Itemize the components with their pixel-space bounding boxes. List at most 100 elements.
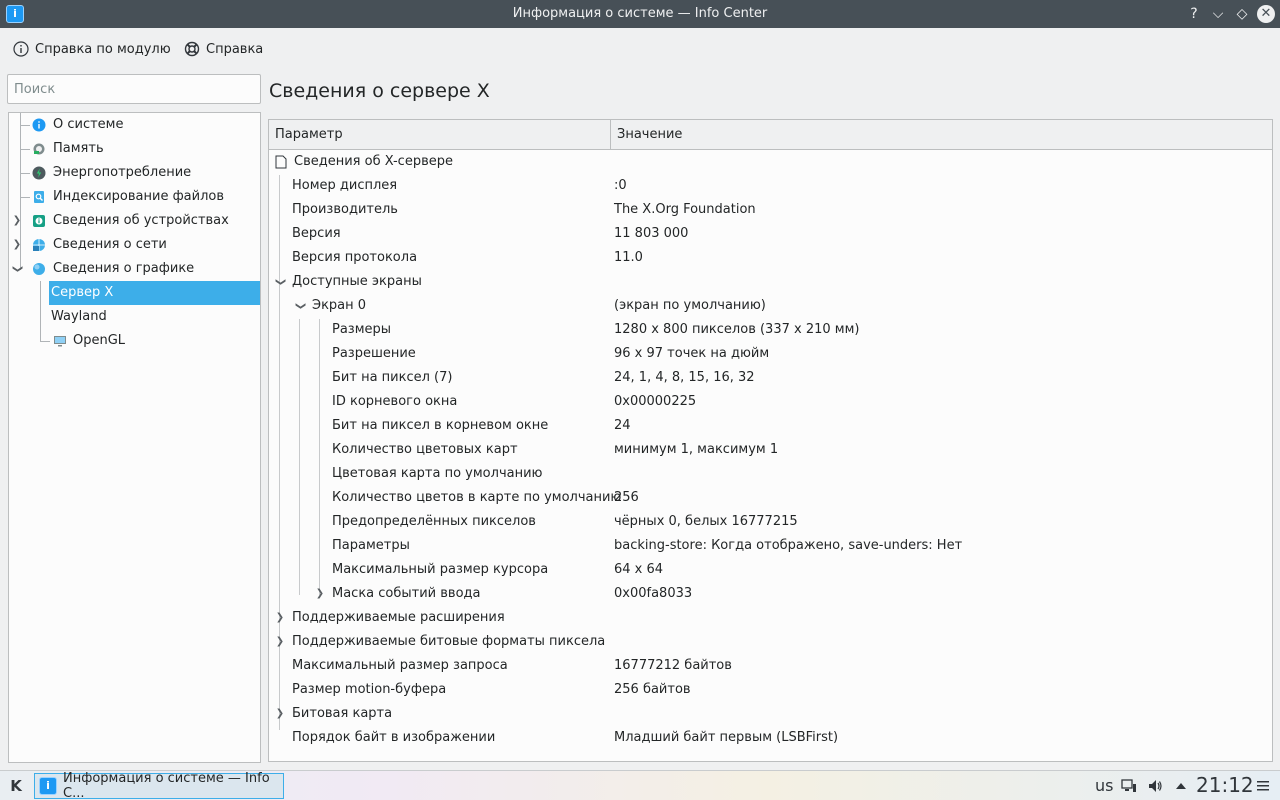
chevron-right-icon[interactable]: ❯: [274, 630, 286, 654]
row-value: 64 x 64: [614, 562, 664, 577]
chevron-right-icon[interactable]: ❯: [12, 233, 22, 257]
file-search-icon: [34, 191, 44, 203]
help-question-icon[interactable]: ?: [1184, 4, 1204, 24]
table-row[interactable]: Размеры 1280 x 800 пикселов (337 x 210 м…: [269, 318, 1272, 342]
module-help-label: Справка по модулю: [35, 41, 171, 57]
row-value: 11 803 000: [614, 226, 689, 241]
row-value: минимум 1, максимум 1: [614, 442, 779, 457]
sidebar-item-opengl[interactable]: OpenGL: [49, 329, 260, 353]
info-circle-icon: [13, 41, 29, 57]
chevron-right-icon[interactable]: ❯: [314, 582, 326, 606]
search-input[interactable]: [7, 74, 261, 104]
table-row[interactable]: Параметры backing-store: Когда отображен…: [269, 534, 1272, 558]
tray-expand-arrow-up-icon[interactable]: [1175, 781, 1187, 791]
keyboard-layout-indicator[interactable]: us: [1095, 771, 1113, 800]
chevron-down-icon[interactable]: ❯: [269, 276, 292, 288]
table-row[interactable]: ❯ Доступные экраны: [269, 270, 1272, 294]
sidebar-item-energy[interactable]: Энергопотребление: [9, 161, 260, 185]
row-value: 256: [614, 490, 639, 505]
table-row[interactable]: Номер дисплея :0: [269, 174, 1272, 198]
table-row[interactable]: Цветовая карта по умолчанию: [269, 462, 1272, 486]
taskbar-task-info-center[interactable]: i Информация о системе — Info C...: [34, 771, 284, 800]
network-globe-icon: [33, 239, 45, 251]
info-center-app-icon: i: [39, 777, 57, 795]
sidebar-item-label: О системе: [53, 117, 124, 132]
sidebar-item-label: Сведения о сети: [53, 237, 167, 252]
row-key: Параметры: [332, 538, 410, 553]
table-row[interactable]: Размер motion-буфера 256 байтов: [269, 678, 1272, 702]
table-row[interactable]: Версия 11 803 000: [269, 222, 1272, 246]
row-key: Цветовая карта по умолчанию: [332, 466, 543, 481]
sidebar-item-label: Сведения о графике: [53, 261, 195, 276]
table-row[interactable]: ❯ Маска событий ввода 0x00fa8033: [269, 582, 1272, 606]
chevron-right-icon[interactable]: ❯: [274, 702, 286, 726]
row-value: 24: [614, 418, 631, 433]
sidebar-item-memory[interactable]: Память: [9, 137, 260, 161]
table-row[interactable]: Предопределённых пикселов чёрных 0, белы…: [269, 510, 1272, 534]
table-row[interactable]: ❯ Битовая карта: [269, 702, 1272, 726]
info-tree-table: Параметр Значение Сведения об X-сервере …: [268, 119, 1273, 762]
close-icon[interactable]: ✕: [1257, 5, 1275, 23]
row-value: 256 байтов: [614, 682, 691, 697]
help-button[interactable]: Справка: [184, 38, 263, 60]
digital-clock[interactable]: 21:12: [1196, 773, 1254, 797]
chevron-right-icon[interactable]: ❯: [274, 606, 286, 630]
chevron-down-icon[interactable]: ❯: [288, 300, 312, 312]
row-key: Максимальный размер запроса: [292, 658, 508, 673]
module-help-button[interactable]: Справка по модулю: [13, 38, 171, 60]
sidebar-item-about-system[interactable]: О системе: [9, 113, 260, 137]
chevron-right-icon[interactable]: ❯: [12, 209, 22, 233]
chevron-down-icon[interactable]: ❯: [5, 264, 29, 274]
sidebar-item-graphics[interactable]: ❯ Сведения о графике: [9, 257, 260, 281]
column-header-param[interactable]: Параметр: [269, 120, 611, 150]
sidebar-item-x-server[interactable]: Сервер X: [49, 281, 260, 305]
sidebar-item-wayland[interactable]: Wayland: [49, 305, 260, 329]
network-wired-icon[interactable]: [1121, 778, 1137, 794]
table-row[interactable]: Бит на пиксел (7) 24, 1, 4, 8, 15, 16, 3…: [269, 366, 1272, 390]
row-key: Номер дисплея: [292, 178, 398, 193]
table-row[interactable]: Максимальный размер курсора 64 x 64: [269, 558, 1272, 582]
sidebar-item-network[interactable]: ❯ Сведения о сети: [9, 233, 260, 257]
table-row[interactable]: ❯ Экран 0 (экран по умолчанию): [269, 294, 1272, 318]
row-value: (экран по умолчанию): [614, 298, 766, 313]
minimize-chevron-down-icon[interactable]: ⌵: [1208, 4, 1228, 24]
monitor-icon: [54, 336, 66, 347]
panel-menu-hamburger-icon[interactable]: [1256, 779, 1270, 793]
table-row[interactable]: Количество цветов в карте по умолчанию 2…: [269, 486, 1272, 510]
speaker-volume-icon[interactable]: [1147, 778, 1163, 794]
sidebar-item-label: OpenGL: [73, 333, 126, 348]
table-row[interactable]: Производитель The X.Org Foundation: [269, 198, 1272, 222]
sidebar-item-label: Энергопотребление: [53, 165, 192, 180]
application-launcher-icon[interactable]: K: [6, 776, 26, 796]
page-title: Сведения о сервере X: [269, 80, 490, 102]
sidebar-item-label: Wayland: [51, 309, 107, 324]
column-header-value[interactable]: Значение: [611, 120, 1272, 150]
row-value: 24, 1, 4, 8, 15, 16, 32: [614, 370, 755, 385]
row-key: Версия: [292, 226, 341, 241]
help-label: Справка: [206, 41, 264, 57]
window-titlebar[interactable]: i Информация о системе — Info Center ? ⌵…: [0, 0, 1280, 28]
row-value: 16777212 байтов: [614, 658, 732, 673]
table-row[interactable]: Количество цветовых карт минимум 1, макс…: [269, 438, 1272, 462]
table-row[interactable]: ❯ Поддерживаемые расширения: [269, 606, 1272, 630]
table-row[interactable]: ID корневого окна 0x00000225: [269, 390, 1272, 414]
row-value: 11.0: [614, 250, 643, 265]
row-key: Поддерживаемые битовые форматы пиксела: [292, 634, 606, 649]
sidebar-item-devices[interactable]: ❯ Сведения об устройствах: [9, 209, 260, 233]
table-row[interactable]: Разрешение 96 x 97 точек на дюйм: [269, 342, 1272, 366]
table-row[interactable]: Максимальный размер запроса 16777212 бай…: [269, 654, 1272, 678]
sidebar-item-file-indexing[interactable]: Индексирование файлов: [9, 185, 260, 209]
window-title: Информация о системе — Info Center: [512, 6, 768, 21]
sidebar-tree: О системе Память Энергопотребление Индек…: [8, 112, 261, 763]
table-row[interactable]: Версия протокола 11.0: [269, 246, 1272, 270]
row-value: 0x00000225: [614, 394, 697, 409]
table-row[interactable]: Сведения об X-сервере: [269, 150, 1272, 174]
row-value: backing-store: Когда отображено, save-un…: [614, 538, 963, 553]
maximize-diamond-icon[interactable]: ◇: [1232, 4, 1252, 24]
row-key: Размер motion-буфера: [292, 682, 447, 697]
sidebar-item-label: Сервер X: [51, 285, 114, 300]
row-key: Предопределённых пикселов: [332, 514, 536, 529]
table-row[interactable]: Порядок байт в изображении Младший байт …: [269, 726, 1272, 750]
table-row[interactable]: ❯ Поддерживаемые битовые форматы пиксела: [269, 630, 1272, 654]
table-row[interactable]: Бит на пиксел в корневом окне 24: [269, 414, 1272, 438]
